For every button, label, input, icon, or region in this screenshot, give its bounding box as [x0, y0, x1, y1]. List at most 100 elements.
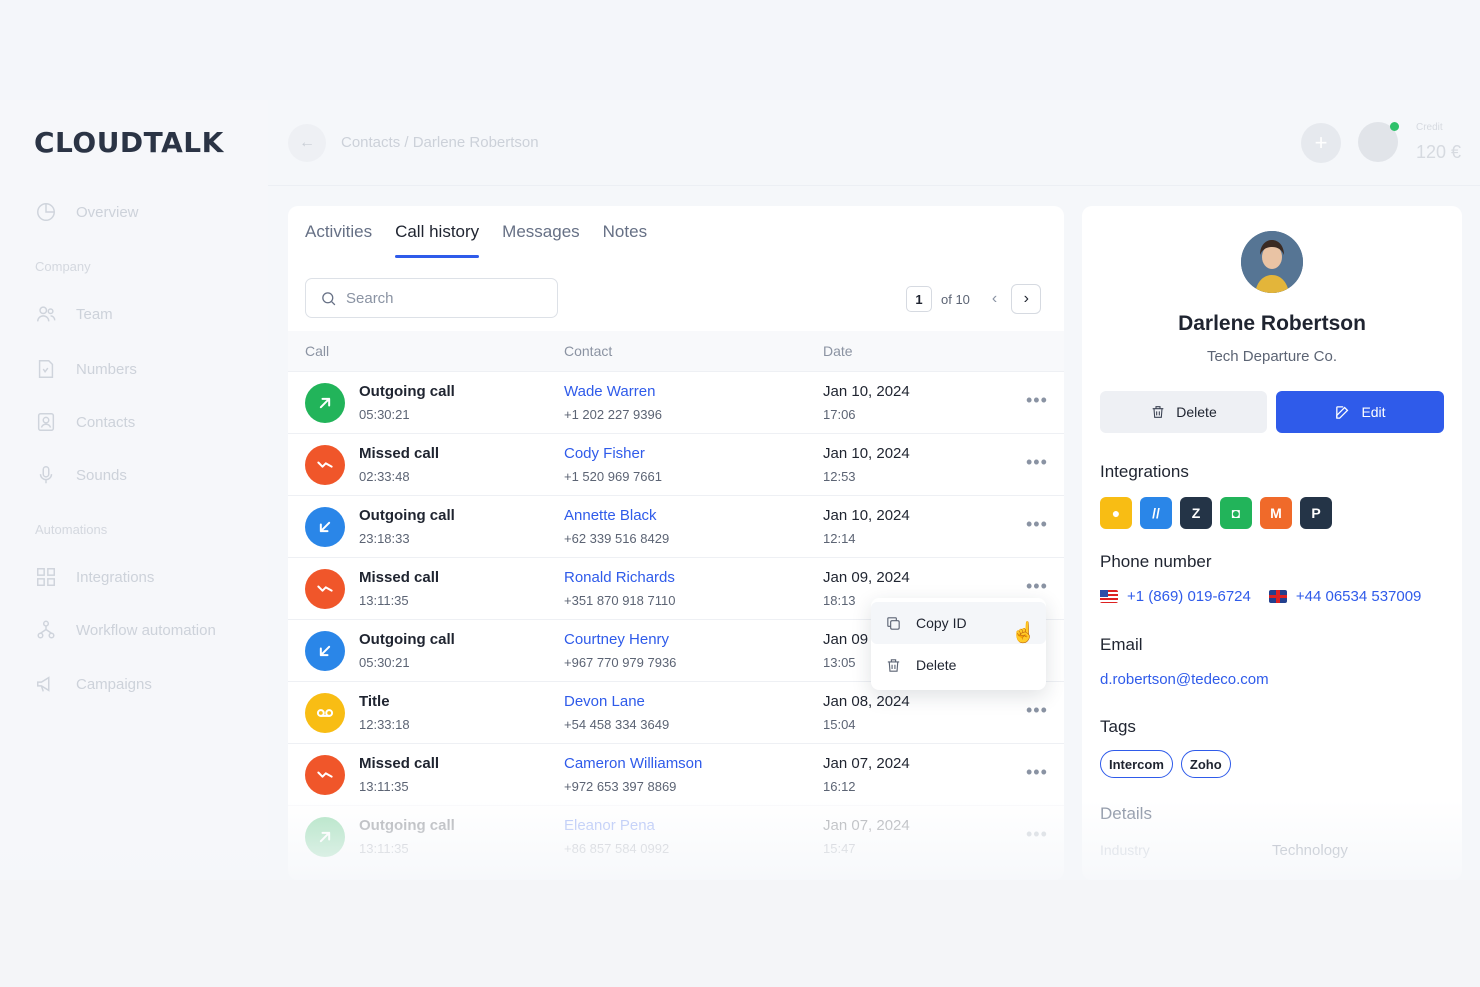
- freshdesk-icon[interactable]: ◘: [1220, 497, 1252, 529]
- sidebar-item-label: Campaigns: [76, 675, 152, 693]
- trash-icon: [1152, 406, 1164, 418]
- sidebar-item-label: Team: [76, 305, 113, 323]
- column-header-date: Date: [823, 343, 853, 359]
- sidebar-item-label: Contacts: [76, 413, 136, 431]
- topbar: ← Contacts / Darlene Robertson + Credit …: [268, 100, 1480, 186]
- tags-title: Tags: [1100, 717, 1136, 736]
- tag-zoho[interactable]: Zoho: [1180, 750, 1231, 778]
- search-icon: [322, 291, 336, 305]
- sidebar-item-workflow[interactable]: Workflow automation: [34, 618, 216, 642]
- integrations-list: ●//Z ◘ M P: [1100, 497, 1332, 529]
- more-options-icon[interactable]: •••: [1026, 762, 1048, 783]
- call-time: 12:14: [823, 531, 856, 546]
- phone-us-link[interactable]: +1 (869) 019-6724: [1100, 588, 1251, 605]
- zendesk-icon[interactable]: Z: [1180, 497, 1212, 529]
- sidebar-item-overview[interactable]: Overview: [34, 200, 139, 224]
- outgoing-arrow-icon: [319, 831, 331, 843]
- tab-activities[interactable]: Activities: [305, 222, 372, 258]
- tag-intercom[interactable]: Intercom: [1100, 750, 1173, 778]
- pie-chart-icon: [34, 200, 58, 224]
- more-options-icon[interactable]: •••: [1026, 824, 1048, 845]
- trash-icon: [887, 658, 900, 672]
- slash-app-icon[interactable]: //: [1140, 497, 1172, 529]
- pipedrive-icon[interactable]: P: [1300, 497, 1332, 529]
- missed-call-icon: [317, 771, 333, 778]
- call-type: Missed call: [359, 569, 440, 586]
- call-status-badge: [305, 755, 345, 795]
- edit-icon: [1336, 405, 1349, 419]
- table-row[interactable]: Outgoing call 05:30:21 Wade Warren +1 202 2…: [288, 371, 1064, 433]
- contact-name-link[interactable]: Devon Lane: [564, 693, 645, 710]
- call-time: 15:04: [823, 717, 856, 732]
- sidebar-item-numbers[interactable]: Numbers: [34, 357, 137, 381]
- contact-name-link[interactable]: Cody Fisher: [564, 445, 645, 462]
- tab-notes[interactable]: Notes: [603, 222, 647, 258]
- contact-name-link[interactable]: Cameron Williamson: [564, 755, 702, 772]
- call-status-badge: [305, 693, 345, 733]
- us-flag-icon: [1100, 590, 1118, 603]
- tab-call-history[interactable]: Call history: [395, 222, 480, 258]
- table-row[interactable]: Title 12:33:18 Devon Lane +54 458 334 3649 J…: [288, 681, 1064, 743]
- magento-icon[interactable]: M: [1260, 497, 1292, 529]
- contact-phone: +351 870 918 7110: [564, 593, 676, 608]
- call-duration: 13:11:35: [359, 593, 409, 608]
- contact-name-link[interactable]: Ronald Richards: [564, 569, 675, 586]
- delete-contact-button[interactable]: Delete: [1100, 391, 1267, 433]
- sidebar-section-company: Company: [35, 259, 91, 274]
- more-options-icon[interactable]: •••: [1026, 452, 1048, 473]
- call-duration: 13:11:35: [359, 841, 409, 856]
- tab-messages[interactable]: Messages: [502, 222, 579, 258]
- contact-profile-panel: Darlene Robertson Tech Departure Co. Del…: [1082, 206, 1462, 880]
- breadcrumb: Contacts / Darlene Robertson: [341, 134, 539, 151]
- call-date: Jan 07, 2024: [823, 817, 910, 834]
- phone-uk-link[interactable]: +44 06534 537009: [1268, 588, 1421, 605]
- phone-number-title: Phone number: [1100, 552, 1212, 571]
- contact-name-link[interactable]: Eleanor Pena: [564, 817, 655, 834]
- sidebar-item-label: Integrations: [76, 568, 155, 586]
- sidebar-item-contacts[interactable]: Contacts: [34, 410, 135, 434]
- voicemail-icon: [316, 709, 334, 717]
- back-button[interactable]: ←: [288, 124, 326, 162]
- contact-name: Darlene Robertson: [1178, 312, 1366, 335]
- email-link[interactable]: d.robertson@tedeco.com: [1100, 671, 1269, 688]
- call-type: Outgoing call: [359, 631, 455, 648]
- contact-company: Tech Departure Co.: [1206, 348, 1338, 365]
- table-row[interactable]: Outgoing call 23:18:33 Annette Black +62 33…: [288, 495, 1064, 557]
- column-header-contact: Contact: [564, 343, 613, 359]
- next-page-button[interactable]: ›: [1011, 284, 1042, 314]
- details-title: Details: [1100, 804, 1152, 823]
- call-status-badge: [305, 445, 345, 485]
- edit-contact-button[interactable]: Edit: [1276, 391, 1444, 433]
- plus-icon: +: [1314, 130, 1328, 155]
- delete-menu-item[interactable]: Delete: [871, 644, 1046, 686]
- search-input[interactable]: Search: [305, 278, 558, 318]
- sidebar-item-sounds[interactable]: Sounds: [34, 463, 127, 487]
- contact-name-link[interactable]: Annette Black: [564, 507, 657, 524]
- more-options-icon[interactable]: •••: [1026, 514, 1048, 535]
- contact-phone: +54 458 334 3649: [564, 717, 670, 732]
- contact-name-link[interactable]: Wade Warren: [564, 383, 655, 400]
- chevron-left-icon[interactable]: ‹: [992, 290, 997, 308]
- page-number-input[interactable]: 1: [906, 286, 932, 312]
- table-row[interactable]: Missed call 02:33:48 Cody Fisher +1 520 969…: [288, 433, 1064, 495]
- call-history-card: Activities Call history Messages Notes S…: [288, 206, 1064, 880]
- chat-app-icon[interactable]: ●: [1100, 497, 1132, 529]
- button-label: Edit: [1361, 404, 1386, 420]
- more-options-icon[interactable]: •••: [1026, 576, 1048, 597]
- more-options-icon[interactable]: •••: [1026, 390, 1048, 411]
- contacts-icon: [34, 410, 58, 434]
- call-type: Missed call: [359, 755, 440, 772]
- team-icon: [34, 302, 58, 326]
- sidebar-item-integrations[interactable]: Integrations: [34, 565, 154, 589]
- call-date: Jan 09, 2024: [823, 569, 910, 586]
- online-status-indicator: [1390, 122, 1399, 131]
- contact-phone: +86 857 584 0992: [564, 841, 670, 856]
- call-time: 17:06: [823, 407, 856, 422]
- table-row[interactable]: Outgoing call 13:11:35 Eleanor Pena +86 857…: [288, 805, 1064, 867]
- contact-name-link[interactable]: Courtney Henry: [564, 631, 669, 648]
- add-button[interactable]: +: [1301, 123, 1341, 163]
- sidebar-item-campaigns[interactable]: Campaigns: [34, 672, 152, 696]
- table-row[interactable]: Missed call 13:11:35 Cameron Williamson +97…: [288, 743, 1064, 805]
- more-options-icon[interactable]: •••: [1026, 700, 1048, 721]
- sidebar-item-team[interactable]: Team: [34, 302, 113, 326]
